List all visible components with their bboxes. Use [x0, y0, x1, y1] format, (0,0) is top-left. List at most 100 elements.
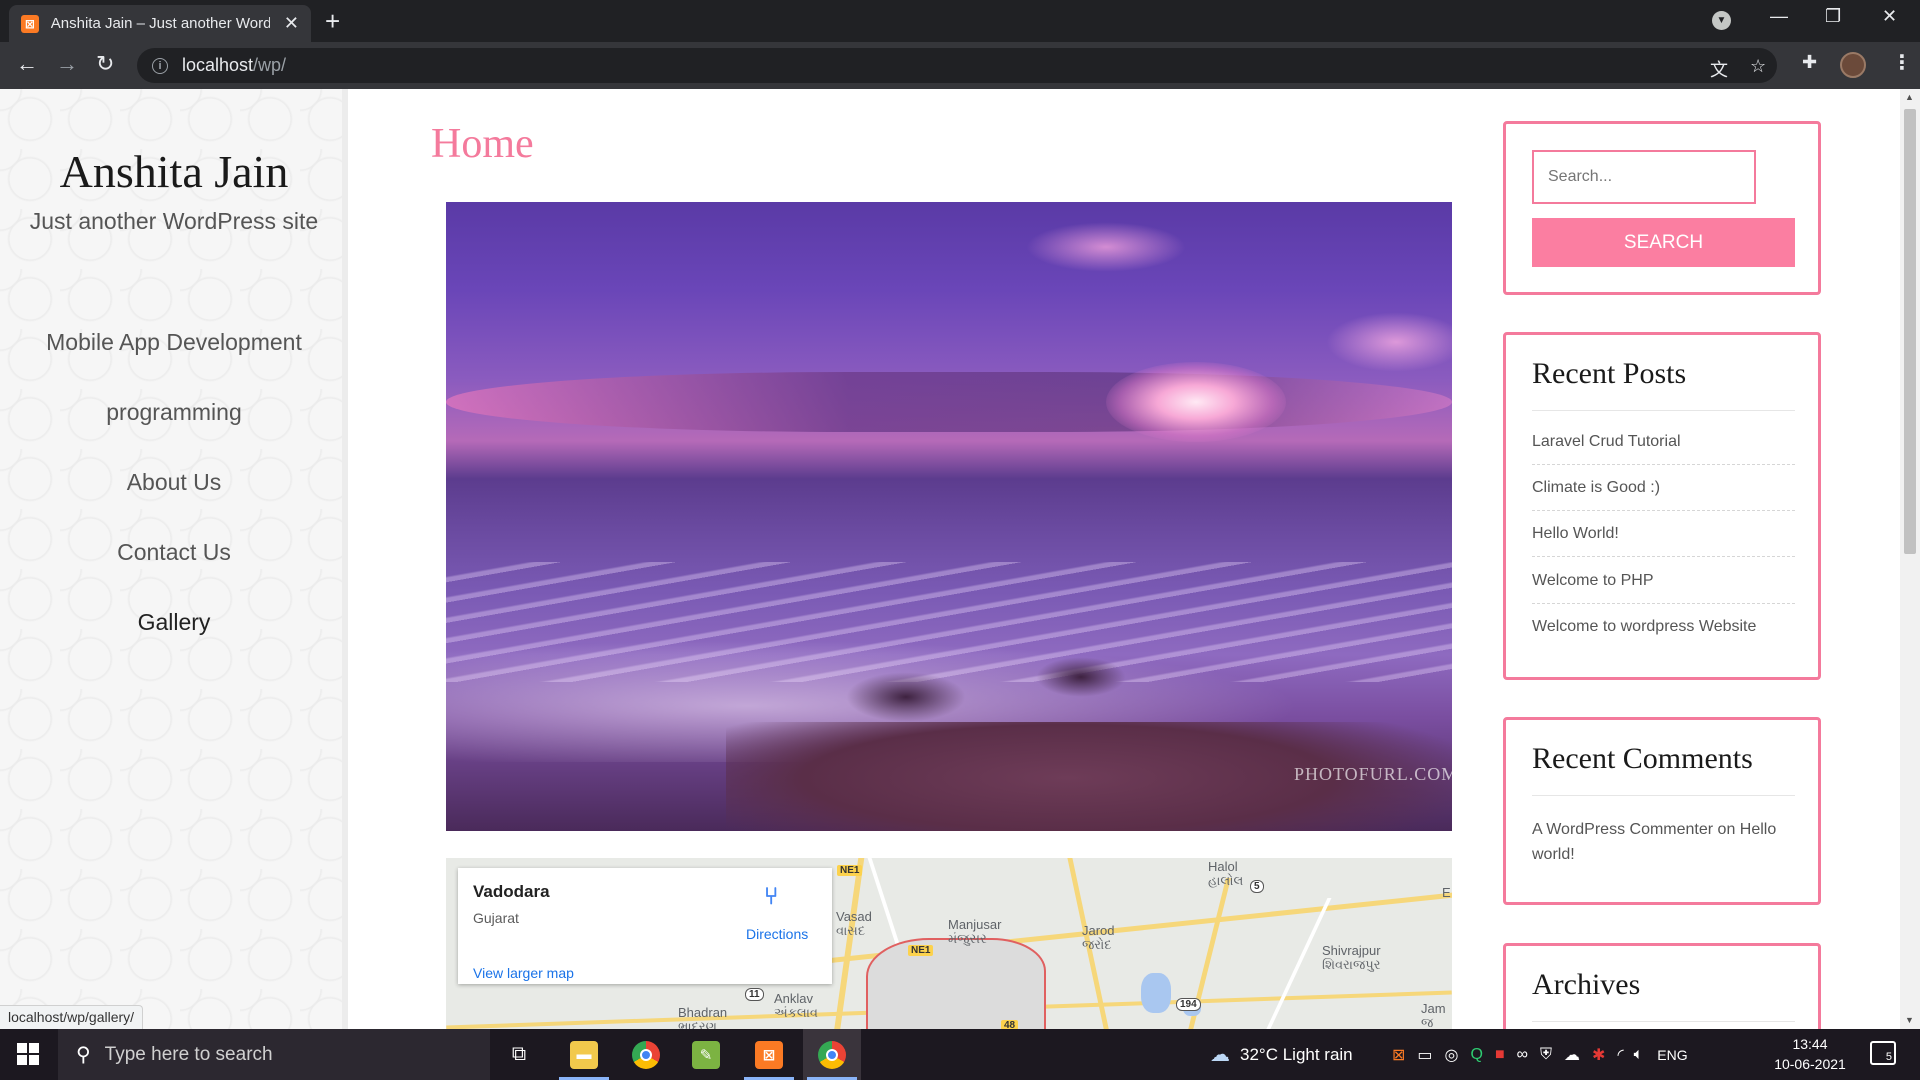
page-title: Home	[431, 121, 534, 167]
close-tab-icon[interactable]: ✕	[284, 13, 299, 34]
image-watermark: PHOTOFURL.COM	[1294, 764, 1452, 784]
view-larger-map-link[interactable]: View larger map	[473, 965, 574, 981]
task-view-button[interactable]: ⧉	[490, 1029, 548, 1080]
network-alert-icon[interactable]: ✱	[1592, 1045, 1605, 1065]
webcam-icon[interactable]: ◎	[1445, 1045, 1459, 1065]
directions-icon[interactable]: ⑂	[764, 883, 778, 911]
route-shield-5: 5	[1250, 880, 1264, 893]
notification-center-icon[interactable]: 5	[1870, 1041, 1896, 1065]
embedded-map[interactable]: Halol હાલોલ Vasad વાસદ Manjusar મંજુસર Jaro…	[446, 858, 1452, 1029]
restore-button[interactable]: ❐	[1825, 6, 1841, 27]
bookmark-star-icon[interactable]: ☆	[1750, 56, 1766, 77]
map-label-shivrajpur: Shivrajpur શિવરાજપુર	[1322, 943, 1381, 972]
windows-start-icon[interactable]	[17, 1043, 39, 1065]
shield-icon[interactable]: ⛨	[1540, 1046, 1552, 1064]
clock-date: 10-06-2021	[1774, 1056, 1846, 1072]
hero-cloud-band	[446, 372, 1452, 432]
search-input[interactable]	[1532, 150, 1756, 204]
back-icon[interactable]: ←	[16, 51, 38, 77]
hero-rock	[846, 672, 966, 722]
hero-image: PHOTOFURL.COM	[446, 202, 1452, 831]
browser-tab[interactable]: ⊠ Anshita Jain – Just another WordPress …	[9, 5, 311, 42]
minimize-button[interactable]: —	[1770, 6, 1788, 27]
link-status-bubble: localhost/wp/gallery/	[0, 1005, 144, 1029]
task-view-icon: ⧉	[511, 1043, 527, 1065]
profile-avatar[interactable]	[1840, 52, 1866, 78]
forward-icon[interactable]: →	[56, 51, 78, 77]
url-path: /wp/	[253, 55, 287, 75]
onedrive-icon[interactable]: ☁	[1564, 1045, 1580, 1065]
translate-icon[interactable]: 文	[1710, 56, 1728, 82]
weather-widget[interactable]: ☁ 32°C Light rain	[1210, 1029, 1353, 1080]
address-bar[interactable]: i localhost/wp/ 文 ☆	[137, 48, 1777, 83]
recent-post-link[interactable]: Hello World!	[1532, 525, 1795, 557]
search-widget: SEARCH	[1503, 121, 1821, 295]
map-lake	[1141, 973, 1171, 1013]
taskbar-clock[interactable]: 13:44 10-06-2021	[1770, 1034, 1850, 1074]
taskbar-app-xampp[interactable]: ⊠	[740, 1029, 798, 1080]
tab-search-icon[interactable]: ▼	[1712, 11, 1731, 30]
scroll-down-arrow[interactable]: ▼	[1905, 1015, 1914, 1025]
hero-cloud	[1026, 222, 1186, 272]
menu-item-programming[interactable]: programming	[0, 399, 348, 426]
xampp-icon: ⊠	[21, 14, 39, 33]
recent-post-link[interactable]: Welcome to PHP	[1532, 572, 1795, 604]
menu-item-gallery[interactable]: Gallery	[0, 609, 348, 636]
site-title[interactable]: Anshita Jain	[0, 145, 348, 198]
route-shield-11: 11	[745, 988, 764, 1001]
search-button[interactable]: SEARCH	[1532, 218, 1795, 267]
link-icon[interactable]: ∞	[1517, 1046, 1528, 1064]
taskbar-app-chrome-active[interactable]	[803, 1029, 861, 1080]
language-indicator[interactable]: ENG	[1657, 1047, 1687, 1063]
antivirus-icon[interactable]: ■	[1495, 1046, 1505, 1064]
scroll-up-arrow[interactable]: ▲	[1905, 92, 1914, 102]
wifi-icon[interactable]: ◜	[1617, 1045, 1623, 1065]
close-window-button[interactable]: ✕	[1882, 6, 1897, 27]
map-label-jarod: Jarod જરોદ	[1082, 923, 1115, 952]
taskbar-search-box[interactable]: ⚲ Type here to search	[58, 1029, 490, 1080]
route-shield-194: 194	[1176, 998, 1201, 1011]
new-tab-button[interactable]: +	[325, 6, 340, 37]
page-scrollbar[interactable]: ▲ ▼	[1900, 89, 1920, 1029]
search-icon: ⚲	[76, 1044, 91, 1066]
widget-divider	[1532, 410, 1795, 411]
system-tray: ⊠ ▭ ◎ Q ■ ∞ ⛨ ☁ ✱ ◜ 🔈︎ ENG	[1392, 1029, 1688, 1080]
chrome-menu-icon[interactable]: ⋮	[1892, 50, 1912, 75]
quick-heal-icon[interactable]: Q	[1471, 1046, 1483, 1064]
url-host: localhost	[182, 55, 254, 75]
menu-item-mobile-app-development[interactable]: Mobile App Development	[0, 329, 348, 356]
folder-icon: ▬	[570, 1040, 598, 1069]
taskbar-app-chrome[interactable]	[617, 1029, 675, 1080]
recent-comment: A WordPress Commenter on Hello world!	[1532, 817, 1795, 867]
directions-link[interactable]: Directions	[746, 926, 808, 942]
chrome-icon	[632, 1040, 660, 1069]
recent-post-link[interactable]: Laravel Crud Tutorial	[1532, 433, 1795, 465]
site-info-icon[interactable]: i	[152, 57, 168, 74]
menu-item-about-us[interactable]: About Us	[0, 469, 348, 496]
xampp-tray-icon[interactable]: ⊠	[1392, 1045, 1405, 1065]
scroll-thumb[interactable]	[1904, 109, 1916, 554]
recent-post-link[interactable]: Climate is Good :)	[1532, 479, 1795, 511]
tab-title: Anshita Jain – Just another WordPress si…	[50, 15, 270, 32]
comment-on-text: on	[1717, 821, 1736, 838]
map-label-vasad: Vasad વાસદ	[836, 909, 872, 938]
reload-icon[interactable]: ↻	[96, 51, 114, 77]
extensions-icon[interactable]: ✚	[1802, 52, 1817, 73]
taskbar-app-notepad[interactable]: ✎	[677, 1029, 735, 1080]
map-city-boundary	[866, 938, 1046, 1029]
volume-icon[interactable]: 🔈︎	[1634, 1046, 1644, 1064]
recent-posts-widget: Recent Posts Laravel Crud Tutorial Clima…	[1503, 332, 1821, 680]
map-place-name: Vadodara	[473, 882, 550, 901]
taskbar-app-file-explorer[interactable]: ▬	[555, 1029, 613, 1080]
comment-author-link[interactable]: A WordPress Commenter	[1532, 821, 1713, 838]
widget-divider	[1532, 1021, 1795, 1022]
browser-toolbar: ← → ↻ i localhost/wp/ 文 ☆ ✚ ⋮	[0, 42, 1920, 89]
map-label-edge: E	[1442, 885, 1451, 900]
recent-post-link[interactable]: Welcome to wordpress Website	[1532, 618, 1795, 649]
menu-item-contact-us[interactable]: Contact Us	[0, 539, 348, 566]
weather-text: 32°C Light rain	[1240, 1044, 1353, 1064]
map-label-bhadran: Bhadran ભાદરણ	[678, 1005, 728, 1030]
battery-icon[interactable]: ▭	[1417, 1045, 1432, 1065]
map-label-manjusar: Manjusar મંજુસર	[948, 917, 1002, 946]
recent-comments-widget: Recent Comments A WordPress Commenter on…	[1503, 717, 1821, 905]
